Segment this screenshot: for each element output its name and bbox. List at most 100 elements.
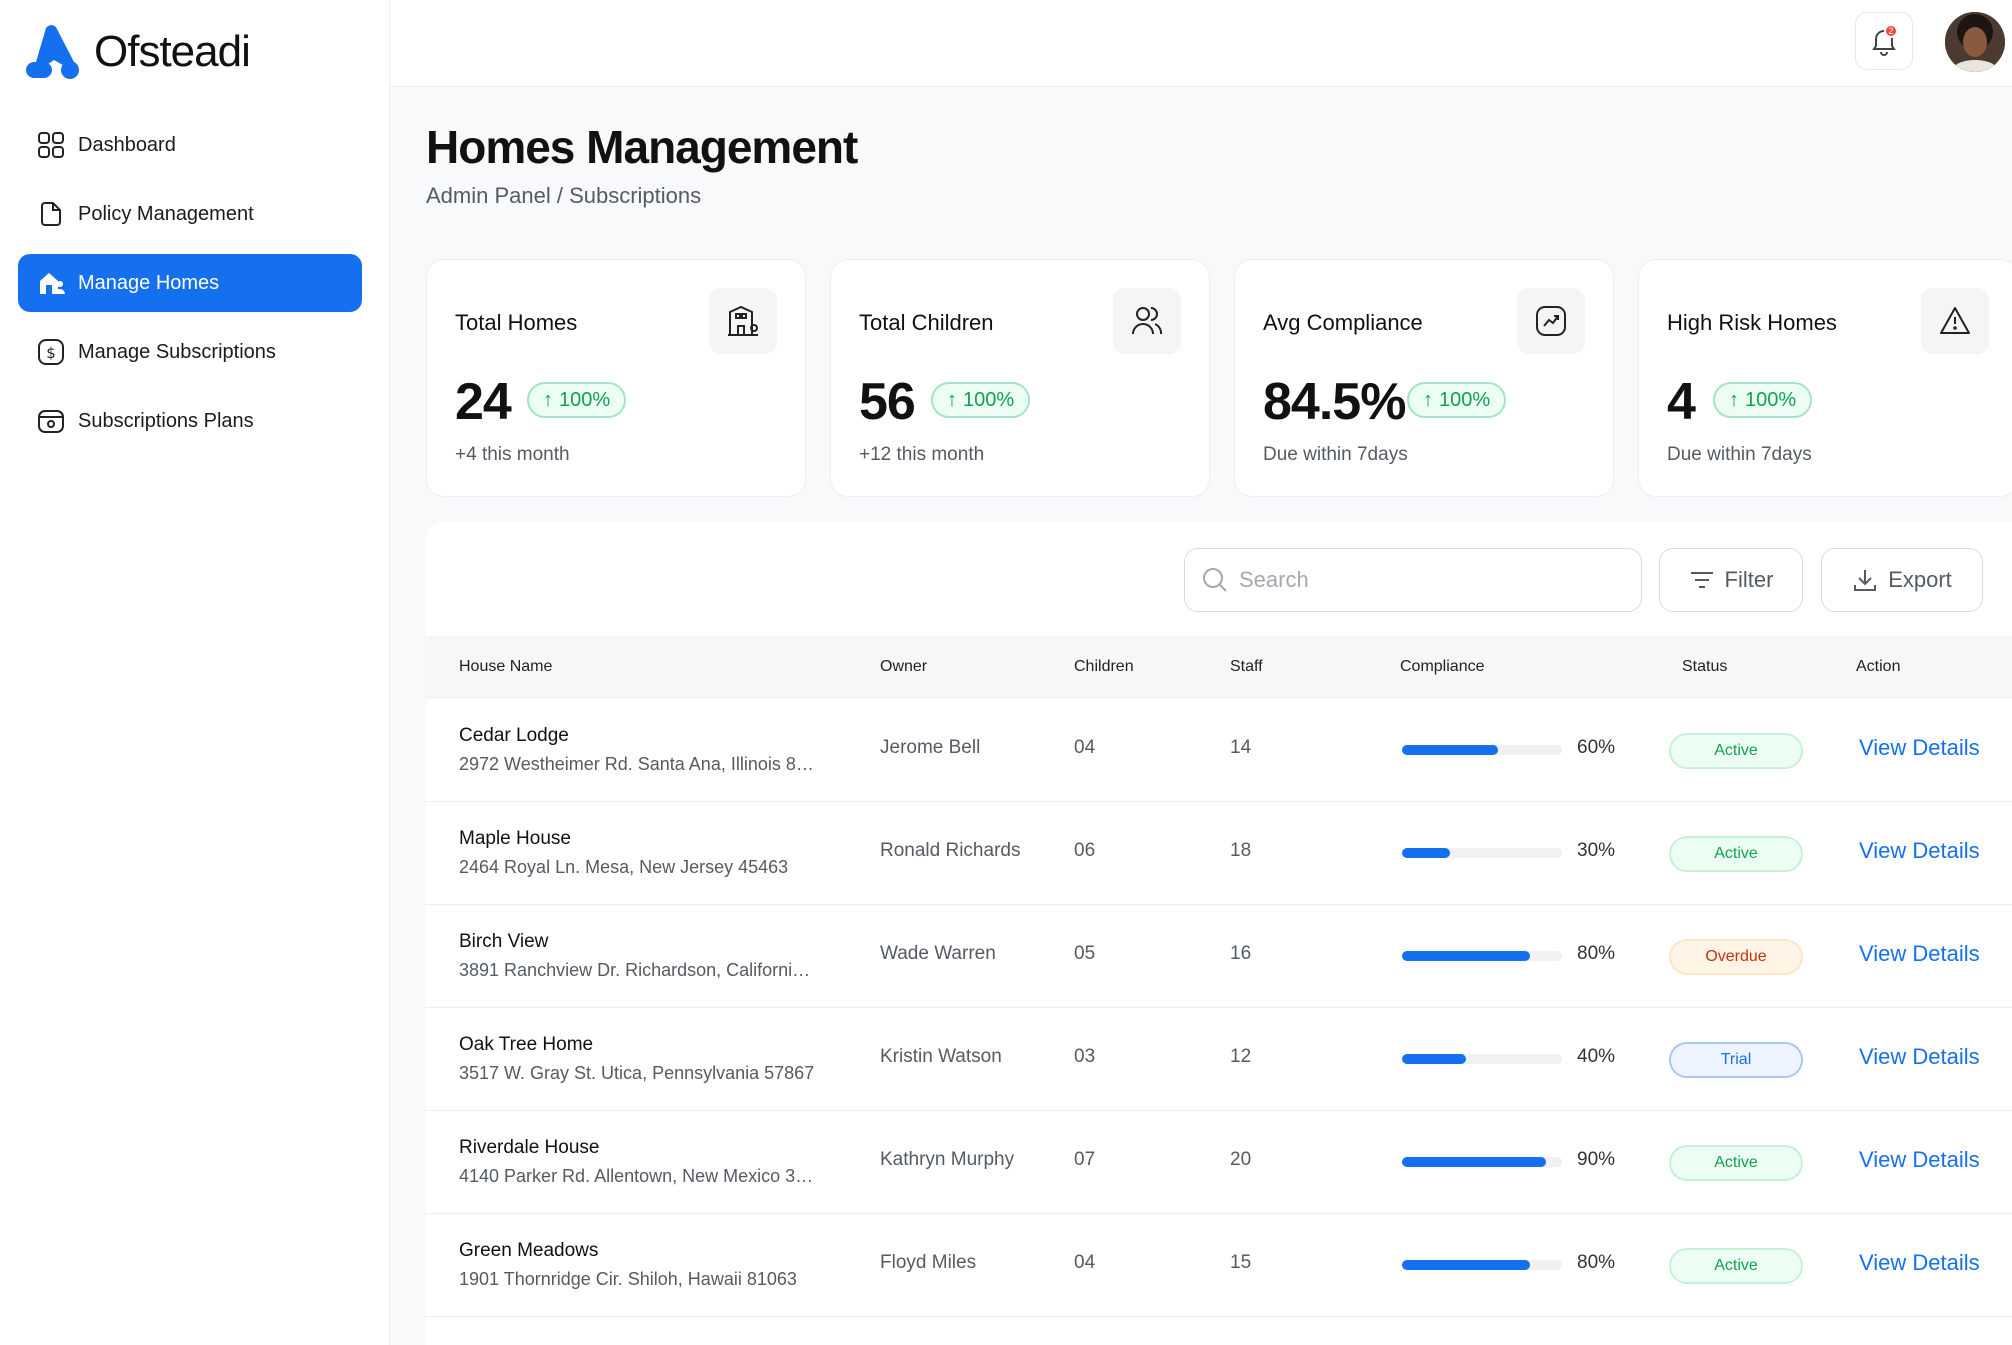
- search-input[interactable]: [1239, 567, 1619, 593]
- logo[interactable]: Ofsteadi: [24, 24, 251, 80]
- users-icon: [1113, 288, 1181, 354]
- status-badge: Active: [1669, 1145, 1803, 1181]
- stat-card-avg-compliance: Avg Compliance 84.5% ↑ 100% Due within 7d…: [1234, 259, 1614, 497]
- children-count: 04: [1074, 1252, 1096, 1273]
- house-address: 2972 Westheimer Rd. Santa Ana, Illinois …: [459, 754, 819, 774]
- column-header-house-name[interactable]: House Name: [459, 658, 552, 676]
- house-name: Oak Tree Home: [459, 1034, 594, 1055]
- breadcrumb: Admin Panel / Subscriptions: [426, 183, 702, 208]
- stat-foot: Due within 7days: [1263, 444, 1408, 465]
- compliance-bar: [1402, 848, 1562, 858]
- owner-name: Floyd Miles: [880, 1252, 977, 1273]
- building-icon: [709, 288, 777, 354]
- children-count: 04: [1074, 737, 1096, 758]
- staff-count: 14: [1230, 737, 1252, 758]
- compliance-bar-fill: [1402, 1157, 1546, 1167]
- table-row[interactable]: Green Meadows 1901 Thornridge Cir. Shiloh…: [426, 1214, 2012, 1317]
- arrow-up-icon: ↑: [947, 388, 957, 411]
- table-row[interactable]: Cedar Lodge 2972 Westheimer Rd. Santa Ana…: [426, 699, 2012, 802]
- view-details-link[interactable]: View Details: [1859, 838, 1980, 864]
- stat-foot: Due within 7days: [1667, 444, 1812, 465]
- sidebar-item-manage-homes[interactable]: Manage Homes: [18, 254, 362, 312]
- filter-label: Filter: [1724, 567, 1774, 592]
- grid-icon: [36, 130, 66, 160]
- column-header-staff[interactable]: Staff: [1230, 658, 1263, 676]
- avatar[interactable]: [1945, 12, 2005, 72]
- stat-badge: ↑ 100%: [1713, 382, 1813, 418]
- stat-badge: ↑ 100%: [931, 382, 1031, 418]
- compliance-percent: 60%: [1577, 737, 1616, 758]
- column-header-children[interactable]: Children: [1074, 658, 1134, 676]
- status-badge: Trial: [1669, 1042, 1803, 1078]
- sidebar-item-subscriptions-plans[interactable]: Subscriptions Plans: [18, 392, 362, 450]
- svg-text:$: $: [46, 344, 56, 362]
- notification-badge: 2: [1884, 24, 1898, 38]
- compliance-bar-fill: [1402, 951, 1530, 961]
- staff-count: 12: [1230, 1046, 1252, 1067]
- stat-badge-value: 100%: [1745, 388, 1797, 411]
- column-header-status[interactable]: Status: [1682, 658, 1727, 676]
- owner-name: Kristin Watson: [880, 1046, 1002, 1067]
- view-details-link[interactable]: View Details: [1859, 1044, 1980, 1070]
- stats-row: Total Homes 24 ↑ 100% +4 this month Total…: [426, 259, 2012, 497]
- sidebar-item-label: Manage Subscriptions: [78, 340, 276, 363]
- stat-badge: ↑ 100%: [1407, 382, 1507, 418]
- compliance-percent: 80%: [1577, 943, 1616, 964]
- stat-badge-value: 100%: [963, 388, 1015, 411]
- column-header-owner[interactable]: Owner: [880, 658, 927, 676]
- export-button[interactable]: Export: [1821, 548, 1983, 612]
- house-name: Birch View: [459, 931, 549, 952]
- compliance-percent: 30%: [1577, 840, 1616, 861]
- stat-title: Total Children: [859, 310, 994, 335]
- staff-count: 16: [1230, 943, 1252, 964]
- view-details-link[interactable]: View Details: [1859, 1250, 1980, 1276]
- compliance-percent: 40%: [1577, 1046, 1616, 1067]
- sidebar-nav: Dashboard Policy Management Manage Homes…: [18, 116, 362, 461]
- column-header-action: Action: [1856, 658, 1901, 675]
- house-name: Riverdale House: [459, 1137, 600, 1158]
- page-title: Homes Management: [426, 121, 858, 173]
- table-row[interactable]: Maple House 2464 Royal Ln. Mesa, New Jers…: [426, 802, 2012, 905]
- children-count: 03: [1074, 1046, 1096, 1067]
- house-people-icon: [36, 268, 66, 298]
- table-row[interactable]: Oak Tree Home 3517 W. Gray St. Utica, Pen…: [426, 1008, 2012, 1111]
- notifications-button[interactable]: 2: [1855, 12, 1913, 70]
- staff-count: 18: [1230, 840, 1252, 861]
- filter-icon: [1689, 569, 1715, 591]
- table-row[interactable]: Riverdale House 4140 Parker Rd. Allentown…: [426, 1111, 2012, 1214]
- status-badge: Active: [1669, 1248, 1803, 1284]
- search-icon: [1203, 568, 1227, 592]
- stat-value: 56: [859, 373, 916, 431]
- stat-badge: ↑ 100%: [527, 382, 627, 418]
- filter-button[interactable]: Filter: [1659, 548, 1803, 612]
- sidebar-item-manage-subscriptions[interactable]: $ Manage Subscriptions: [18, 323, 362, 381]
- arrow-up-icon: ↑: [1729, 388, 1739, 411]
- document-icon: [36, 199, 66, 229]
- children-count: 06: [1074, 840, 1096, 861]
- trend-up-icon: [1517, 288, 1585, 354]
- column-header-compliance[interactable]: Compliance: [1400, 658, 1484, 676]
- sidebar-item-policy-management[interactable]: Policy Management: [18, 185, 362, 243]
- stat-value: 84.5%: [1263, 373, 1406, 431]
- sidebar: Ofsteadi Dashboard Policy Management Man…: [0, 0, 390, 1345]
- view-details-link[interactable]: View Details: [1859, 735, 1980, 761]
- view-details-link[interactable]: View Details: [1859, 941, 1980, 967]
- sidebar-item-dashboard[interactable]: Dashboard: [18, 116, 362, 174]
- table-row[interactable]: Birch View 3891 Ranchview Dr. Richardson,…: [426, 905, 2012, 1008]
- house-name: Green Meadows: [459, 1240, 599, 1261]
- stat-title: Total Homes: [455, 310, 578, 335]
- compliance-bar: [1402, 745, 1562, 755]
- house-address: 1901 Thornridge Cir. Shiloh, Hawaii 8106…: [459, 1269, 797, 1289]
- staff-count: 15: [1230, 1252, 1252, 1273]
- dollar-icon: $: [36, 337, 66, 367]
- compliance-percent: 90%: [1577, 1149, 1616, 1170]
- view-details-link[interactable]: View Details: [1859, 1147, 1980, 1173]
- stat-value: 4: [1667, 373, 1696, 431]
- compliance-bar: [1402, 1157, 1562, 1167]
- search-box[interactable]: [1184, 548, 1642, 612]
- house-address: 3517 W. Gray St. Utica, Pennsylvania 578…: [459, 1063, 815, 1083]
- status-badge: Overdue: [1669, 939, 1803, 975]
- topbar: 2: [390, 0, 2012, 87]
- sidebar-item-label: Policy Management: [78, 202, 254, 225]
- house-address: 4140 Parker Rd. Allentown, New Mexico 31…: [459, 1166, 819, 1186]
